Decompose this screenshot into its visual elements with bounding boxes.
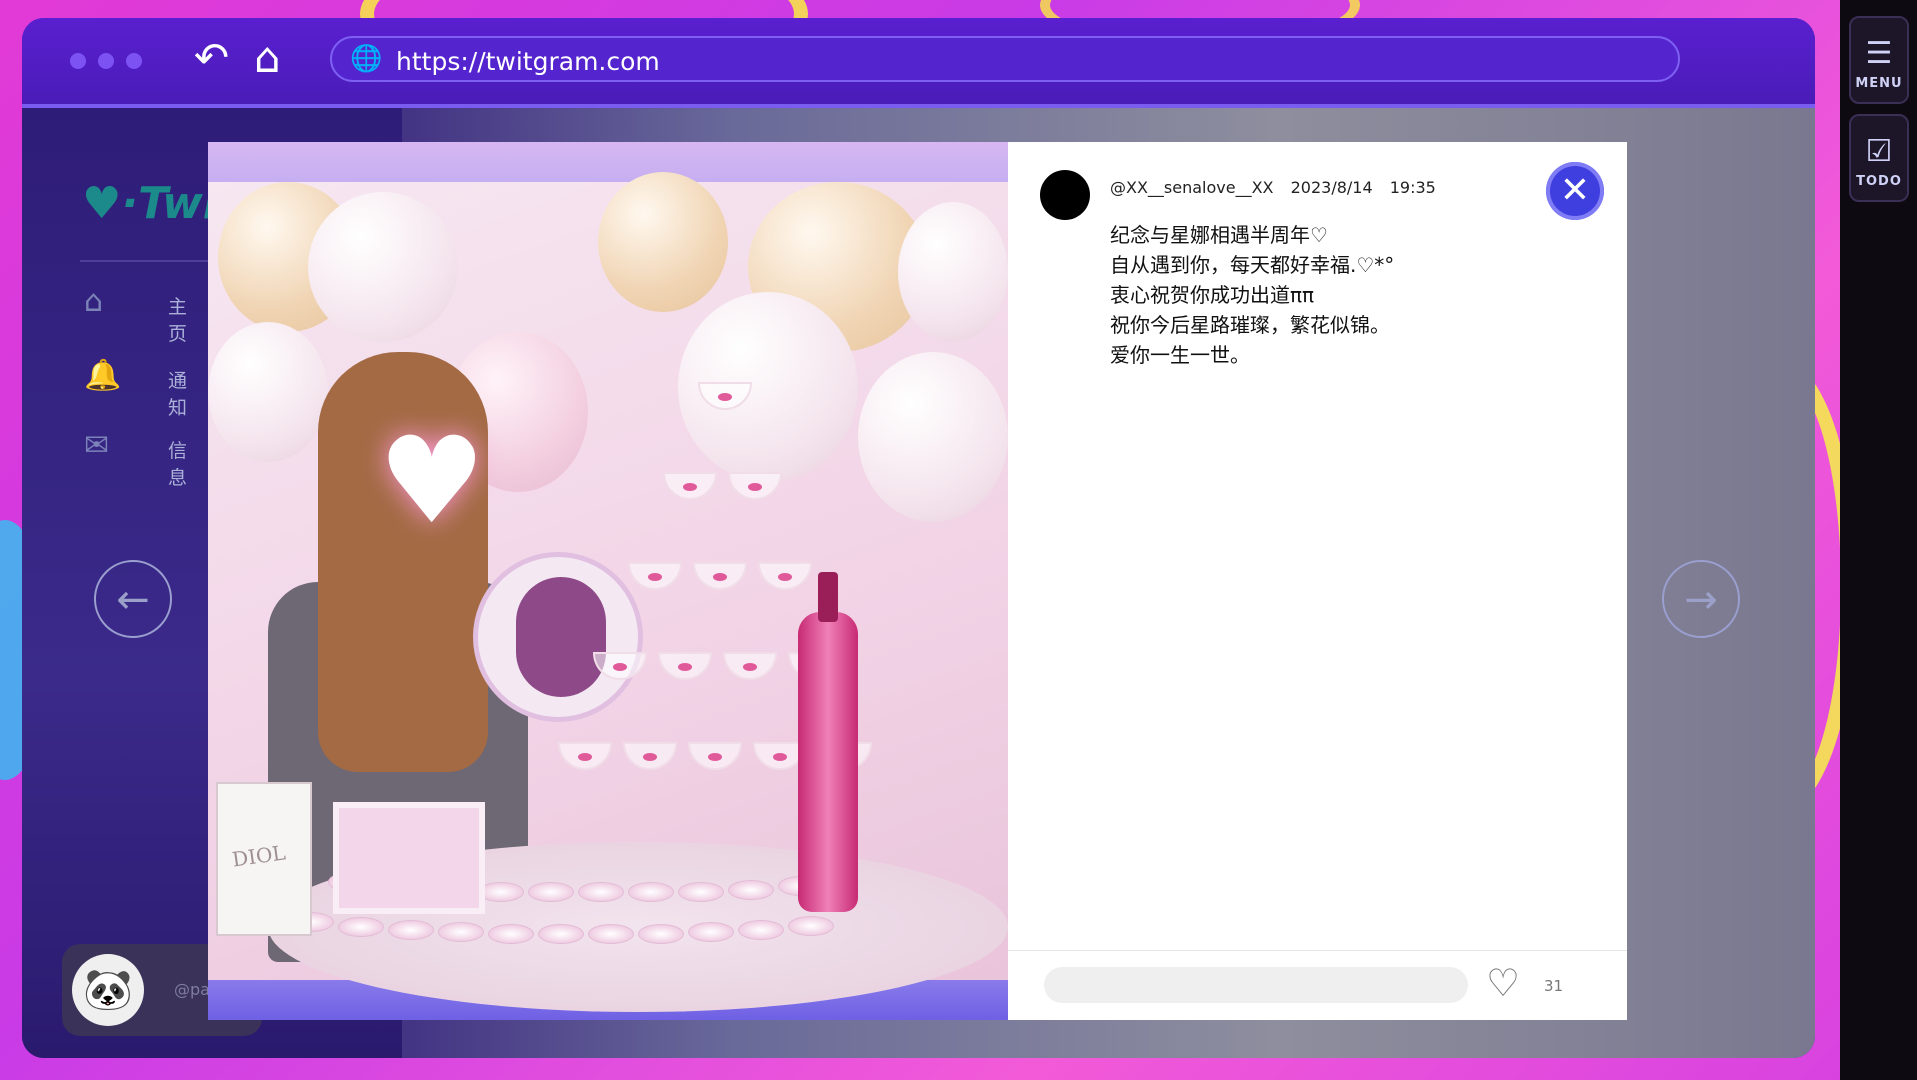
bell-icon: 🔔 bbox=[84, 358, 122, 393]
post-date: 2023/8/14 bbox=[1290, 178, 1373, 197]
close-icon: ✕ bbox=[1559, 170, 1591, 211]
panda-avatar: 🐼 bbox=[72, 954, 144, 1026]
back-arrow-icon[interactable]: ↶ bbox=[194, 34, 229, 82]
sidebar-item-label: 信息 bbox=[168, 440, 188, 489]
home-outline-icon: ⌂ bbox=[84, 284, 104, 319]
window-dot[interactable] bbox=[70, 53, 86, 69]
menu-button[interactable]: ☰ MENU bbox=[1849, 16, 1909, 104]
author-handle[interactable]: @XX__senalove__XX bbox=[1110, 178, 1274, 197]
window-dot[interactable] bbox=[126, 53, 142, 69]
home-icon[interactable]: ⌂ bbox=[254, 34, 281, 82]
post-image-frame: ♥ DIOL bbox=[208, 142, 1008, 1020]
hamburger-icon: ☰ bbox=[1865, 36, 1893, 71]
todo-label: TODO bbox=[1856, 174, 1902, 189]
post-line: 爱你一生一世。 bbox=[1110, 343, 1250, 367]
browser-titlebar: ↶ ⌂ 🌐 https://twitgram.com bbox=[22, 18, 1815, 108]
arrow-left-icon: ← bbox=[116, 577, 150, 623]
url-text[interactable]: https://twitgram.com bbox=[396, 47, 660, 76]
post-line: 自从遇到你，每天都好幸福.♡*° bbox=[1110, 253, 1395, 277]
app-rail: ☰ MENU ☑ TODO bbox=[1840, 0, 1917, 1080]
todo-button[interactable]: ☑ TODO bbox=[1849, 114, 1909, 202]
author-avatar[interactable] bbox=[1040, 170, 1090, 220]
sidebar-item-label: 主页 bbox=[168, 296, 188, 345]
photo-frame bbox=[333, 802, 485, 914]
post-time: 19:35 bbox=[1389, 178, 1436, 197]
menu-label: MENU bbox=[1855, 76, 1903, 91]
post-body: 纪念与星娜相遇半周年♡ 自从遇到你，每天都好幸福.♡*° 衷心祝贺你成功出道ππ… bbox=[1110, 220, 1394, 370]
heart-face-icon: ♥ bbox=[378, 412, 486, 551]
comment-input[interactable] bbox=[1044, 967, 1468, 1003]
champagne-bottle bbox=[798, 572, 858, 912]
like-count: 31 bbox=[1544, 977, 1564, 995]
globe-icon: 🌐 bbox=[350, 44, 383, 74]
arrow-right-icon: → bbox=[1684, 577, 1718, 623]
post-line: 衷心祝贺你成功出道ππ bbox=[1110, 283, 1315, 307]
sidebar-item-label: 通知 bbox=[168, 370, 188, 419]
close-button[interactable]: ✕ bbox=[1546, 162, 1604, 220]
bag-brand-text: DIOL bbox=[230, 840, 288, 872]
post-meta: @XX__senalove__XX 2023/8/14 19:35 bbox=[1110, 178, 1448, 197]
mail-icon: ✉ bbox=[84, 428, 110, 463]
window-dot[interactable] bbox=[98, 53, 114, 69]
previous-post-button[interactable]: ← bbox=[94, 560, 172, 638]
post-line: 祝你今后星路璀璨，繁花似锦。 bbox=[1110, 313, 1390, 337]
post-line: 纪念与星娜相遇半周年♡ bbox=[1110, 223, 1328, 247]
next-post-button[interactable]: → bbox=[1662, 560, 1740, 638]
post-illustration: ♥ DIOL bbox=[208, 172, 1008, 1012]
post-details-panel: @XX__senalove__XX 2023/8/14 19:35 ✕ 纪念与星… bbox=[1008, 142, 1627, 1020]
checklist-icon: ☑ bbox=[1865, 134, 1893, 169]
heart-icon[interactable]: ♡ bbox=[1486, 961, 1520, 1005]
post-modal: ♥ DIOL @XX__senalove__XX 2023/8/14 19:35… bbox=[208, 142, 1627, 1020]
twitgram-logo: ♥·Twi bbox=[82, 178, 218, 229]
address-bar[interactable]: 🌐 https://twitgram.com bbox=[330, 36, 1680, 82]
post-footer: ♡ 31 bbox=[1008, 950, 1627, 1021]
idol-fan-sign bbox=[473, 552, 643, 722]
shopping-bag: DIOL bbox=[216, 782, 312, 936]
